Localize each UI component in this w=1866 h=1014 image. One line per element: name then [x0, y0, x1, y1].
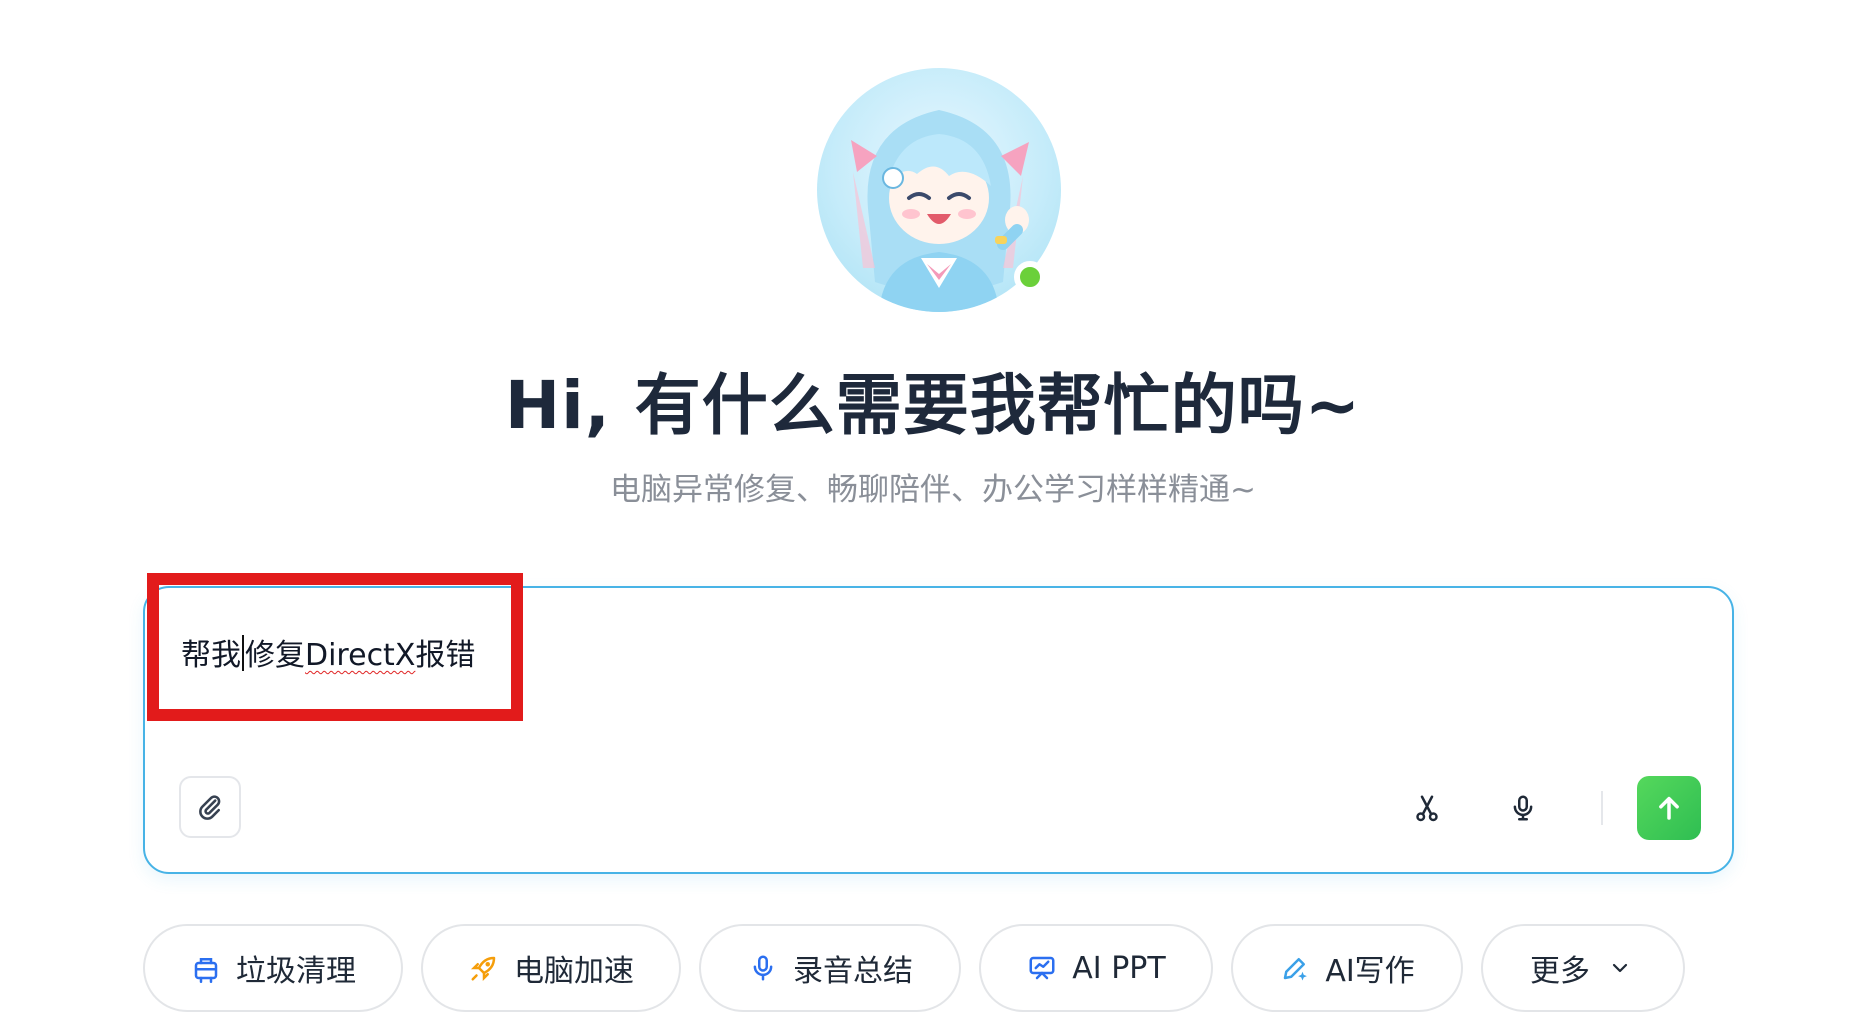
quick-action-label: 更多	[1530, 954, 1590, 989]
rocket-icon	[468, 952, 500, 984]
quick-action-label: 垃圾清理	[236, 954, 356, 989]
page-subtitle: 电脑异常修复、畅聊陪伴、办公学习样样精通~	[610, 472, 1256, 508]
quick-action-junk-clean[interactable]: 垃圾清理	[143, 924, 403, 1012]
quick-action-ai-ppt[interactable]: AI PPT	[979, 924, 1213, 1012]
arrow-up-icon	[1659, 796, 1679, 820]
pen-icon	[1279, 952, 1311, 984]
presentation-icon	[1026, 952, 1058, 984]
chat-input-box[interactable]: 帮我 修复DirectX报错	[143, 586, 1734, 874]
toolbar-divider	[1601, 791, 1603, 825]
voice-input-button[interactable]	[1495, 780, 1551, 836]
quick-action-label: AI写作	[1325, 954, 1415, 989]
broom-icon	[190, 952, 222, 984]
quick-action-label: AI PPT	[1072, 950, 1166, 986]
text-caret	[242, 635, 244, 671]
paperclip-icon	[199, 795, 221, 820]
quick-action-pc-speedup[interactable]: 电脑加速	[421, 924, 681, 1012]
page-title: Hi, 有什么需要我帮忙的吗~	[504, 367, 1362, 444]
input-text-misspelled: DirectX	[305, 638, 416, 673]
quick-actions: 垃圾清理 电脑加速 录音总结 AI PPT AI写作 更多	[0, 924, 1866, 1012]
online-status-dot	[1014, 261, 1046, 293]
attach-button[interactable]	[179, 776, 241, 838]
assistant-avatar	[817, 68, 1061, 312]
quick-action-ai-writing[interactable]: AI写作	[1231, 924, 1463, 1012]
microphone-icon	[1513, 795, 1533, 821]
input-text-suffix: 报错	[415, 638, 476, 673]
quick-action-label: 录音总结	[793, 954, 913, 989]
quick-action-recording-summary[interactable]: 录音总结	[699, 924, 961, 1012]
microphone-icon	[747, 952, 779, 984]
input-text-before-caret: 帮我	[181, 638, 241, 673]
input-text-after-caret: 修复	[245, 638, 305, 673]
scissors-icon	[1416, 795, 1438, 822]
quick-action-more[interactable]: 更多	[1481, 924, 1685, 1012]
chat-input-text[interactable]: 帮我 修复DirectX报错	[181, 630, 475, 674]
quick-action-label: 电脑加速	[514, 954, 634, 989]
chevron-down-icon	[1604, 952, 1636, 984]
send-button[interactable]	[1637, 776, 1701, 840]
assistant-home: Hi, 有什么需要我帮忙的吗~ 电脑异常修复、畅聊陪伴、办公学习样样精通~ 帮我…	[0, 0, 1866, 1014]
screenshot-button[interactable]	[1399, 780, 1455, 836]
